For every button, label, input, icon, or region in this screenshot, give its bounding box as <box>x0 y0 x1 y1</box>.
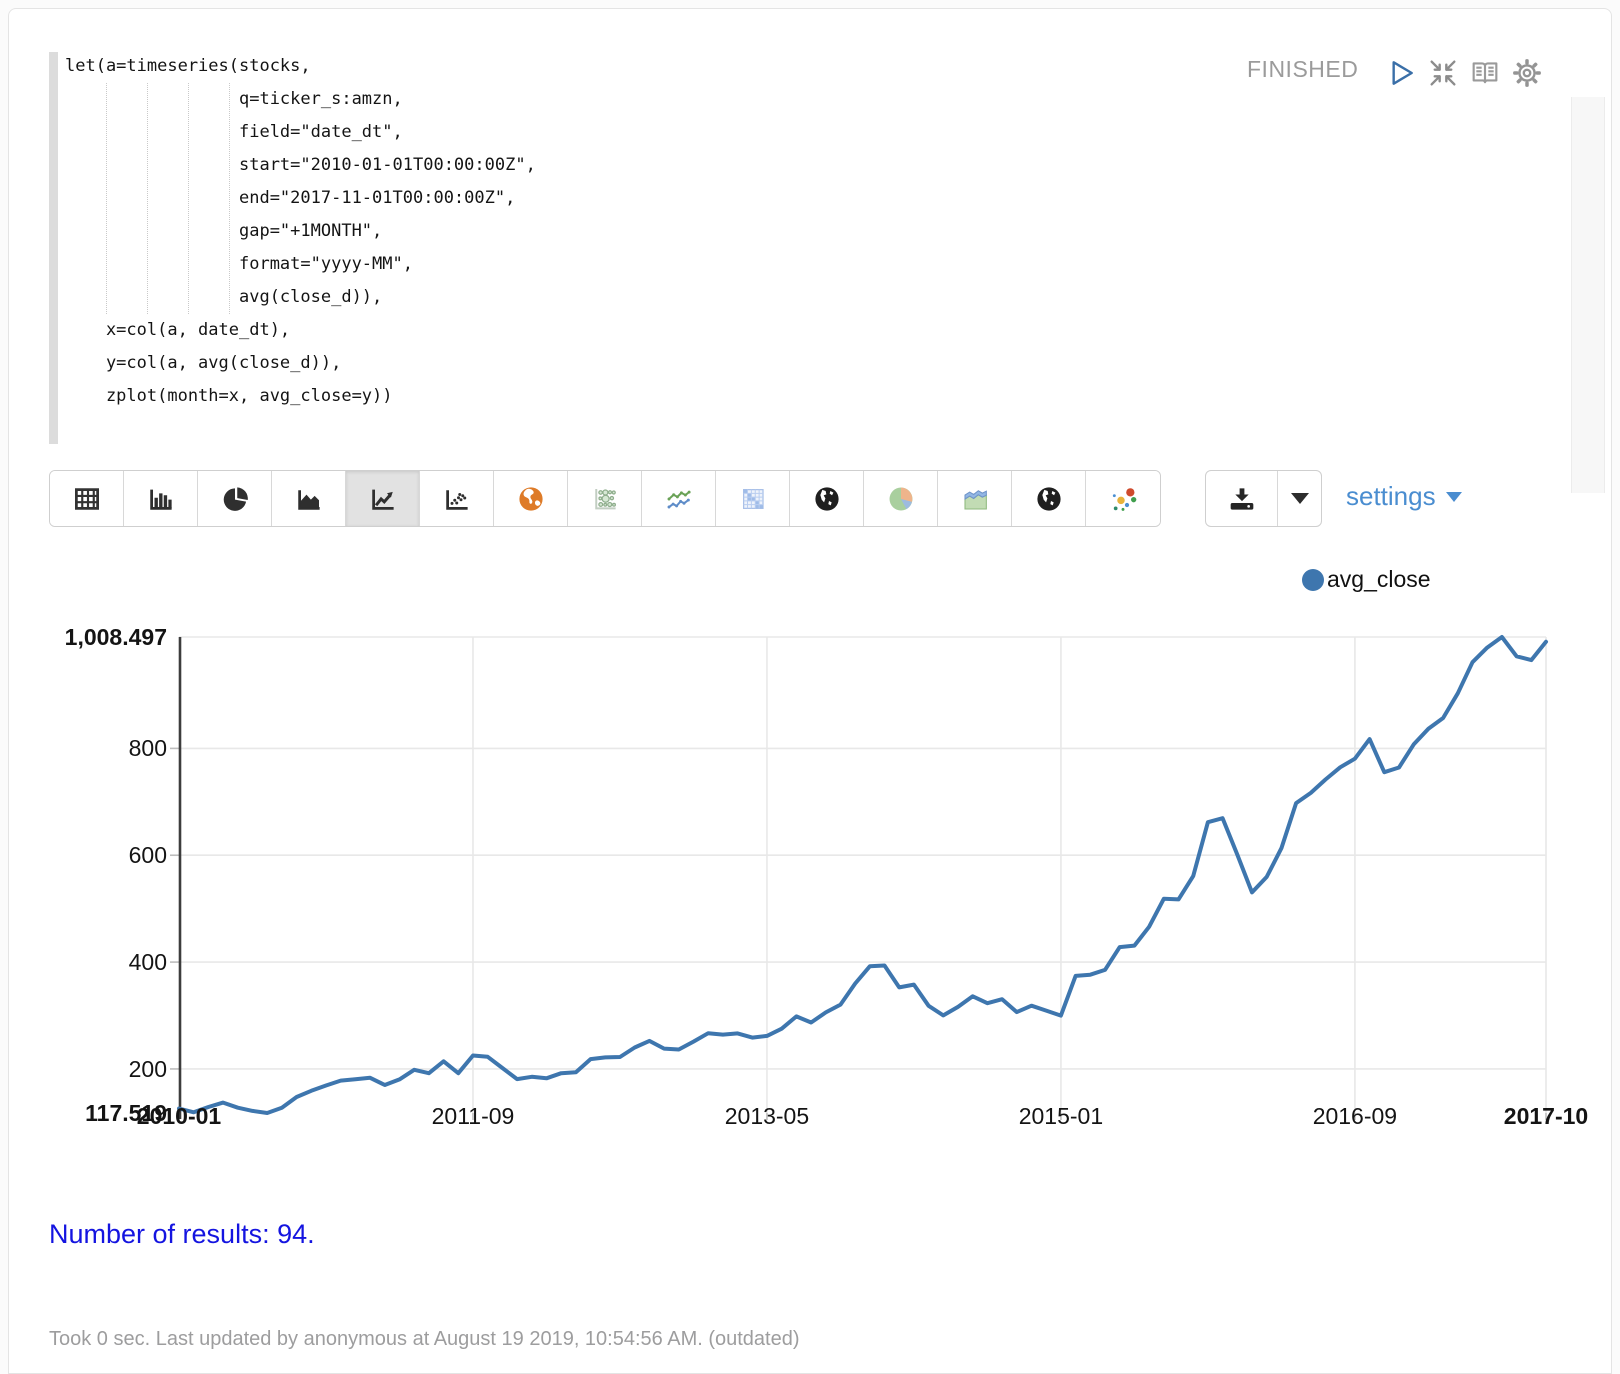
table-icon[interactable] <box>50 471 124 526</box>
globe-orange-icon[interactable] <box>494 471 568 526</box>
y-axis-labels: 117.5192004006008001,008.497 <box>43 637 167 1113</box>
code-text[interactable]: let(a=timeseries(stocks, q=ticker_s:amzn… <box>65 50 536 413</box>
x-tick-label: 2010-01 <box>114 1103 244 1130</box>
y-tick-label: 800 <box>43 735 167 762</box>
paragraph-status: FINISHED <box>1247 56 1358 83</box>
paragraph-card: let(a=timeseries(stocks, q=ticker_s:amzn… <box>8 8 1612 1374</box>
x-tick-label: 2017-10 <box>1481 1103 1611 1130</box>
results-count-text: Number of results: 94. <box>49 1219 315 1250</box>
chevron-down-icon <box>1291 493 1309 504</box>
line-chart-icon[interactable] <box>346 471 420 526</box>
zeppelin-paragraph: let(a=timeseries(stocks, q=ticker_s:amzn… <box>0 0 1620 1374</box>
download-icon[interactable] <box>1206 471 1278 526</box>
line-chart-plot <box>179 637 1546 1113</box>
legend-dot <box>1302 569 1324 591</box>
x-tick-label: 2013-05 <box>702 1103 832 1130</box>
y-tick-label: 600 <box>43 842 167 869</box>
bubble-grid-icon[interactable] <box>568 471 642 526</box>
pie-colored-icon[interactable] <box>864 471 938 526</box>
scatter-colored-icon[interactable] <box>1086 471 1160 526</box>
chevron-down-icon <box>1446 492 1462 502</box>
code-editor[interactable]: let(a=timeseries(stocks, q=ticker_s:amzn… <box>41 42 1589 452</box>
y-tick-label: 200 <box>43 1056 167 1083</box>
x-tick-label: 2015-01 <box>996 1103 1126 1130</box>
output-book-icon[interactable] <box>1469 57 1501 89</box>
multi-line-chart-icon[interactable] <box>642 471 716 526</box>
y-tick-label: 400 <box>43 949 167 976</box>
scatter-chart-icon[interactable] <box>420 471 494 526</box>
area-colored-icon[interactable] <box>938 471 1012 526</box>
heatmap-icon[interactable] <box>716 471 790 526</box>
collapse-icon[interactable] <box>1427 57 1459 89</box>
chart-type-toolbar <box>49 470 1161 527</box>
x-tick-label: 2016-09 <box>1290 1103 1420 1130</box>
legend-label: avg_close <box>1327 566 1431 593</box>
editor-scrollbar[interactable] <box>1571 97 1605 493</box>
paragraph-footer-text: Took 0 sec. Last updated by anonymous at… <box>49 1328 800 1351</box>
settings-gear-icon[interactable] <box>1511 57 1543 89</box>
x-axis-labels: 2010-012011-092013-052015-012016-092017-… <box>179 1103 1546 1133</box>
y-tick-label: 1,008.497 <box>43 624 167 651</box>
settings-label: settings <box>1346 481 1436 512</box>
x-tick-label: 2011-09 <box>408 1103 538 1130</box>
globe-dark2-icon[interactable] <box>1012 471 1086 526</box>
pie-chart-icon[interactable] <box>198 471 272 526</box>
area-chart-icon[interactable] <box>272 471 346 526</box>
legend-item-avg-close[interactable]: avg_close <box>1302 566 1431 593</box>
globe-dark-icon[interactable] <box>790 471 864 526</box>
bar-chart-icon[interactable] <box>124 471 198 526</box>
download-split-button <box>1205 470 1322 527</box>
settings-dropdown[interactable]: settings <box>1346 481 1462 512</box>
run-icon[interactable] <box>1385 57 1417 89</box>
download-options-caret[interactable] <box>1278 471 1321 526</box>
editor-gutter-bar <box>49 52 58 444</box>
